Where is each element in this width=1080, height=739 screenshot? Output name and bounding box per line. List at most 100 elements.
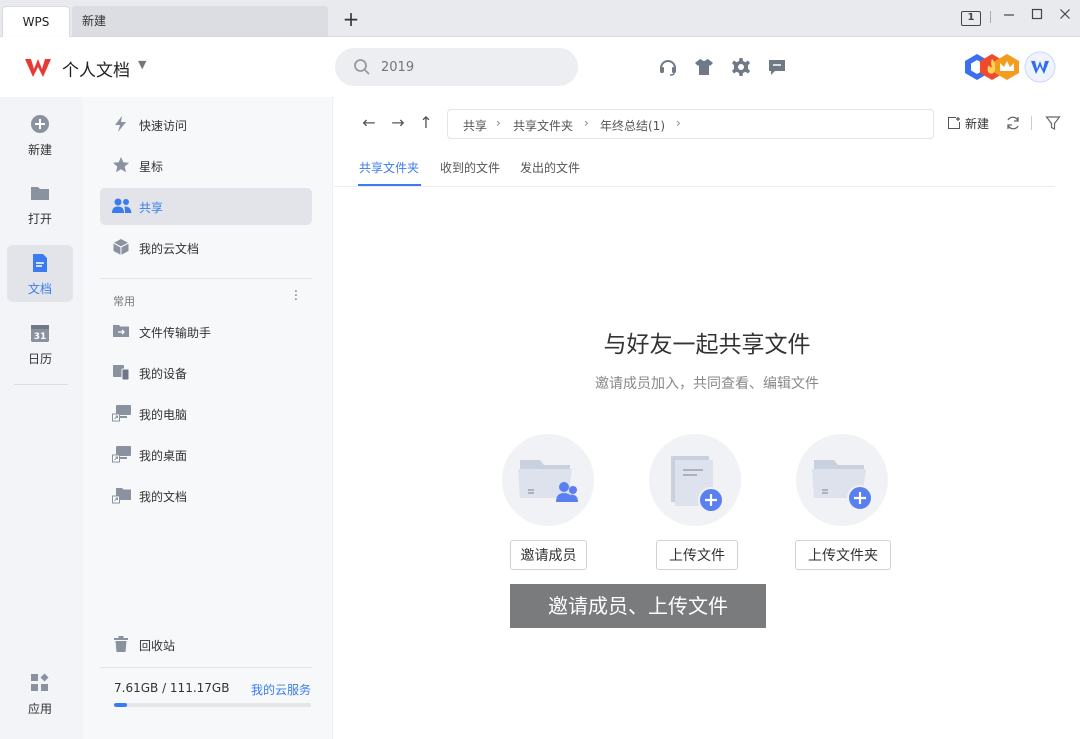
nav-documents[interactable]: 文档 — [7, 245, 73, 302]
tooltip: 邀请成员、上传文件 — [510, 584, 766, 628]
computer-shortcut-icon — [112, 405, 131, 422]
nav-calendar[interactable]: 31 日历 — [7, 315, 73, 372]
star-icon — [113, 157, 129, 173]
nav-label: 应用 — [27, 702, 52, 716]
sidebar-item-starred[interactable]: 星标 — [100, 147, 312, 184]
apps-grid-icon — [31, 673, 49, 691]
maximize-button[interactable] — [1028, 8, 1046, 26]
search-input[interactable] — [381, 57, 561, 77]
back-arrow-icon[interactable]: ← — [360, 114, 378, 132]
more-options-icon[interactable]: · · · — [291, 286, 301, 307]
storage-progress-bar — [114, 703, 311, 707]
svg-text:31: 31 — [34, 332, 47, 342]
upload-file-icon — [671, 456, 724, 512]
sidebar-item-label: 星标 — [139, 160, 164, 174]
chevron-right-icon: › — [676, 116, 681, 130]
desktop-shortcut-icon — [112, 446, 131, 463]
title-bar: WPS 新建 + 1 — [0, 0, 1080, 37]
upload-folder-button[interactable]: 上传文件夹 — [795, 540, 891, 570]
nav-open[interactable]: 打开 — [7, 175, 73, 232]
window-count: 1 — [961, 11, 981, 26]
tab-wps[interactable]: WPS — [2, 6, 70, 37]
nav-label: 日历 — [27, 352, 52, 366]
search-box[interactable] — [335, 48, 578, 86]
wps-logo-icon[interactable] — [24, 57, 52, 79]
shared-folder-icon — [518, 460, 578, 502]
invite-members-button[interactable]: 邀请成员 — [510, 540, 587, 570]
sidebar-item-cloud-docs[interactable]: 我的云文档 — [100, 229, 312, 266]
headset-icon[interactable] — [658, 57, 678, 77]
chevron-down-icon[interactable]: ▼ — [138, 58, 146, 71]
new-file-icon — [948, 117, 960, 129]
sidebar-item-label: 回收站 — [139, 639, 176, 653]
minimize-button[interactable] — [1000, 8, 1018, 26]
tab-sent-files[interactable]: 发出的文件 — [520, 159, 580, 176]
upload-folder-icon — [812, 460, 873, 511]
sidebar-item-label: 我的云文档 — [139, 242, 200, 256]
nav-apps[interactable]: 应用 — [7, 665, 73, 722]
storage-progress-fill — [114, 703, 128, 707]
sidebar-item-quick-access[interactable]: 快速访问 — [100, 106, 312, 143]
divider — [100, 667, 312, 668]
divider — [14, 384, 68, 385]
file-transfer-icon — [113, 325, 129, 337]
sidebar-item-file-transfer[interactable]: 文件传输助手 — [100, 313, 312, 350]
tab-shared-folders[interactable]: 共享文件夹 — [359, 159, 419, 176]
upload-file-button[interactable]: 上传文件 — [656, 540, 738, 570]
sidebar-item-shared[interactable]: 共享 — [100, 188, 312, 225]
empty-state-title: 与好友一起共享文件 — [603, 332, 811, 358]
filter-icon[interactable] — [1045, 115, 1061, 131]
breadcrumb: 共享 › 共享文件夹 › 年终总结(1) › — [447, 109, 934, 139]
nav-new[interactable]: 新建 — [7, 106, 73, 163]
devices-icon — [113, 365, 130, 381]
nav-label: 打开 — [27, 212, 52, 226]
workspace-title[interactable]: 个人文档 — [62, 56, 130, 81]
sidebar-item-my-desktop[interactable]: 我的桌面 — [100, 436, 312, 473]
wps-account-icon[interactable] — [1024, 51, 1056, 83]
main-content: ← → ↑ 共享 › 共享文件夹 › 年终总结(1) › 新建 共享文件夹 收到… — [334, 97, 1080, 739]
cloud-service-link[interactable]: 我的云服务 — [251, 681, 311, 698]
window-count-badge[interactable]: 1 — [960, 8, 982, 26]
trash-icon — [114, 636, 128, 652]
close-icon — [1060, 9, 1070, 19]
refresh-icon[interactable] — [1005, 115, 1021, 131]
breadcrumb-item[interactable]: 共享 — [463, 117, 487, 134]
breadcrumb-item[interactable]: 年终总结(1) — [600, 117, 665, 134]
sidebar-item-label: 共享 — [139, 201, 164, 215]
sidebar-item-my-devices[interactable]: 我的设备 — [100, 354, 312, 391]
add-tab-button[interactable]: + — [340, 8, 362, 30]
up-arrow-icon[interactable]: ↑ — [417, 114, 435, 132]
folder-shortcut-icon — [112, 488, 131, 504]
sidebar-item-recycle-bin[interactable]: 回收站 — [100, 626, 312, 663]
secondary-sidebar: 快速访问 星标 共享 我的云文档 常用 · · · 文件传输助手 我的设备 我的电脑… — [83, 97, 333, 739]
tab-new[interactable]: 新建 — [72, 6, 328, 37]
sidebar-item-my-documents[interactable]: 我的文档 — [100, 477, 312, 514]
storage-usage: 7.61GB / 111.17GB — [114, 681, 230, 695]
divider — [100, 278, 312, 279]
gear-icon[interactable] — [731, 57, 751, 77]
tab-received-files[interactable]: 收到的文件 — [440, 159, 500, 176]
feedback-icon[interactable] — [767, 57, 787, 77]
sidebar-item-label: 我的文档 — [139, 490, 188, 504]
plus-circle-icon — [31, 115, 49, 133]
breadcrumb-item[interactable]: 共享文件夹 — [513, 117, 573, 134]
sidebar-item-my-computer[interactable]: 我的电脑 — [100, 395, 312, 432]
invite-illustration — [502, 434, 594, 526]
active-tab-indicator — [358, 184, 421, 186]
chevron-right-icon: › — [584, 116, 589, 130]
close-button[interactable] — [1056, 8, 1074, 26]
maximize-icon — [1031, 8, 1043, 20]
upload-file-illustration — [649, 434, 741, 526]
crown-badge-icon[interactable] — [993, 53, 1021, 81]
new-button-label: 新建 — [965, 117, 990, 131]
sidebar-item-label: 我的桌面 — [139, 449, 188, 463]
folder-icon — [31, 187, 49, 200]
sidebar-item-label: 我的设备 — [139, 367, 188, 381]
forward-arrow-icon[interactable]: → — [389, 114, 407, 132]
chevron-right-icon: › — [496, 116, 501, 130]
tshirt-icon[interactable] — [694, 57, 714, 77]
sidebar-item-label: 快速访问 — [139, 119, 188, 133]
sidebar-item-label: 文件传输助手 — [139, 326, 212, 340]
divider — [1031, 116, 1032, 130]
empty-state-subtitle: 邀请成员加入，共同查看、编辑文件 — [595, 376, 819, 392]
